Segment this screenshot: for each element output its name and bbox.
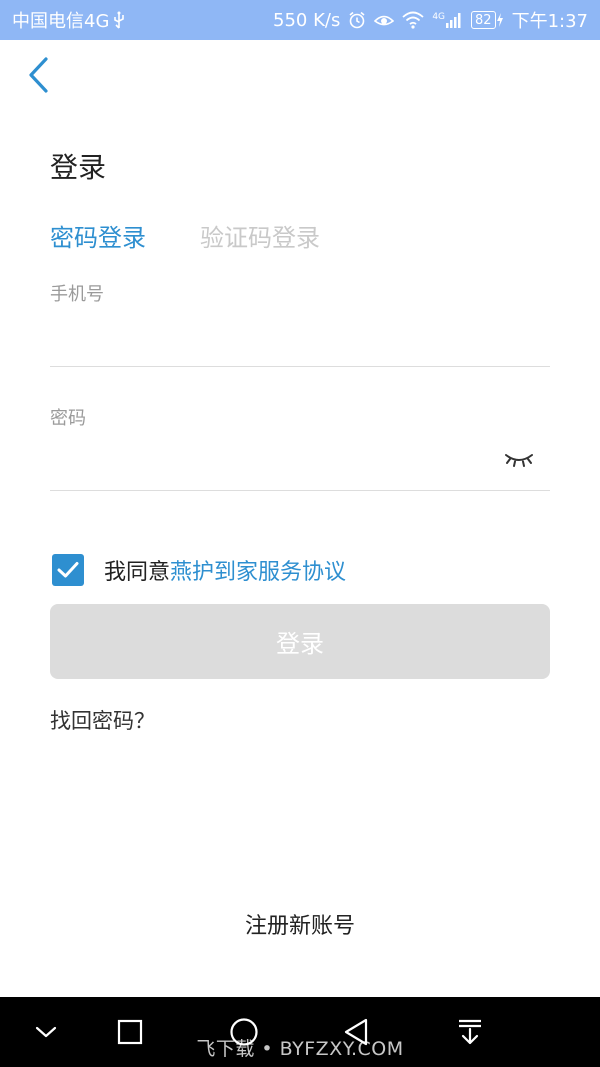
watermark-text: 飞下载 • BYFZXY.COM: [196, 1038, 404, 1060]
signal-icon: 4G: [432, 12, 463, 28]
password-label: 密码: [50, 408, 86, 429]
agreement-checkbox[interactable]: [52, 554, 84, 586]
battery-level: 82: [471, 11, 496, 29]
forgot-password-link[interactable]: 找回密码？: [50, 705, 155, 735]
alarm-icon: [348, 11, 366, 29]
login-button[interactable]: 登录: [50, 604, 550, 679]
password-divider: [50, 490, 550, 491]
wifi-icon: [402, 11, 424, 29]
back-button[interactable]: [20, 54, 56, 96]
agreement-row: 我同意 燕护到家服务协议: [52, 554, 346, 586]
login-screen: 中国电信4G 550 K/s 4G 82 下午1:37 登录 密码登录 验证码登…: [0, 0, 600, 1067]
eye-comfort-icon: [374, 12, 395, 28]
phone-divider: [50, 366, 550, 367]
service-agreement-link[interactable]: 燕护到家服务协议: [170, 554, 346, 586]
phone-label: 手机号: [50, 284, 104, 305]
password-visibility-toggle[interactable]: [502, 448, 536, 472]
tab-code-login[interactable]: 验证码登录: [200, 218, 320, 253]
page-title: 登录: [50, 151, 107, 184]
password-input[interactable]: [50, 444, 490, 484]
charging-icon: [496, 13, 503, 27]
eye-closed-icon: [505, 454, 533, 467]
agreement-prefix: 我同意: [104, 560, 171, 585]
network-speed: 550 K/s: [273, 9, 341, 31]
check-icon: [57, 562, 79, 578]
register-link[interactable]: 注册新账号: [0, 908, 600, 940]
usb-icon: [113, 11, 125, 29]
chevron-left-icon: [29, 57, 48, 93]
tab-password-login[interactable]: 密码登录: [50, 218, 146, 253]
status-bar: 中国电信4G 550 K/s 4G 82 下午1:37: [0, 0, 600, 40]
clock: 下午1:37: [511, 11, 588, 32]
battery-indicator: 82: [471, 11, 504, 29]
signal-label: 4G: [432, 12, 446, 22]
carrier-label: 中国电信4G: [12, 11, 110, 32]
phone-input[interactable]: [50, 322, 550, 362]
